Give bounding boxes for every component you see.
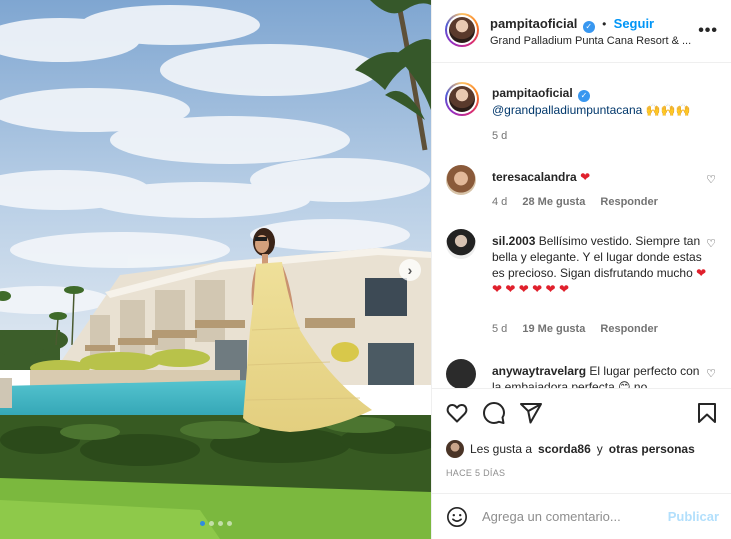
comment-icon[interactable] xyxy=(482,401,506,425)
reply-button[interactable]: Responder xyxy=(600,196,657,208)
commenter-avatar[interactable] xyxy=(446,359,476,388)
add-comment-bar: Agrega un comentario... Publicar xyxy=(432,493,731,539)
post-header: pampitaoficial ✓ • Seguir Grand Palladiu… xyxy=(432,0,731,63)
carousel-dot xyxy=(217,521,223,526)
author-username[interactable]: pampitaoficial xyxy=(490,16,577,31)
separator-dot: • xyxy=(602,17,607,31)
publish-button[interactable]: Publicar xyxy=(668,509,719,524)
liker-avatar xyxy=(446,440,464,458)
post-sidebar: pampitaoficial ✓ • Seguir Grand Palladiu… xyxy=(431,0,731,539)
comment-item: sil.2003 Bellísimo vestido. Siempre tan … xyxy=(446,229,726,339)
photo-scene xyxy=(0,0,431,539)
post-time-ago[interactable]: HACE 5 DÍAS xyxy=(446,468,505,478)
comment-like-heart-icon[interactable]: ♡ xyxy=(706,367,716,380)
post-location[interactable]: Grand Palladium Punta Cana Resort & ... xyxy=(490,35,691,47)
follow-button[interactable]: Seguir xyxy=(614,16,654,31)
likes-middle: y xyxy=(596,442,603,456)
carousel-dots xyxy=(0,521,431,526)
reply-button[interactable]: Responder xyxy=(600,323,657,335)
caption-emojis: 🙌🙌🙌 xyxy=(645,103,691,117)
likes-summary[interactable]: Les gusta a scorda86 y otras personas xyxy=(446,440,695,458)
comment-item: teresacalandra ❤ ♡ 4 d 28 Me gusta Respo… xyxy=(446,165,726,215)
commenter-avatar[interactable] xyxy=(446,229,476,259)
comment-likes[interactable]: 19 Me gusta xyxy=(522,323,585,335)
caption-username[interactable]: pampitaoficial xyxy=(492,86,573,100)
comment-item: anywaytravelarg El lugar perfecto con la… xyxy=(446,359,726,388)
bookmark-icon[interactable] xyxy=(695,401,719,425)
comment-username[interactable]: teresacalandra xyxy=(492,170,577,184)
comment-username[interactable]: sil.2003 xyxy=(492,234,535,248)
more-options-icon[interactable]: ••• xyxy=(698,22,718,40)
caption-time[interactable]: 5 d xyxy=(492,130,507,142)
comment-time[interactable]: 5 d xyxy=(492,323,507,335)
verified-badge-icon: ✓ xyxy=(578,90,591,102)
comments-list[interactable]: pampitaoficial ✓ @grandpalladiumpuntacan… xyxy=(432,64,731,388)
chevron-right-icon: › xyxy=(407,262,413,278)
post-photo[interactable]: › xyxy=(0,0,431,539)
send-icon[interactable] xyxy=(519,401,543,425)
carousel-dot xyxy=(208,521,214,526)
comment-text: ❤ xyxy=(580,170,591,184)
post-actions: Les gusta a scorda86 y otras personas HA… xyxy=(432,388,731,493)
likes-user[interactable]: scorda86 xyxy=(538,442,591,456)
caption-mention[interactable]: @grandpalladiumpuntacana xyxy=(492,103,642,117)
likes-prefix: Les gusta a xyxy=(470,442,533,456)
author-avatar[interactable] xyxy=(445,13,479,47)
likes-others[interactable]: otras personas xyxy=(609,442,695,456)
heart-icon[interactable] xyxy=(445,401,469,425)
carousel-dot xyxy=(226,521,232,526)
caption-avatar[interactable] xyxy=(445,82,479,116)
comment-like-heart-icon[interactable]: ♡ xyxy=(706,173,716,186)
comment-likes[interactable]: 28 Me gusta xyxy=(522,196,585,208)
caption: pampitaoficial ✓ @grandpalladiumpuntacan… xyxy=(445,82,726,162)
comment-like-heart-icon[interactable]: ♡ xyxy=(706,237,716,250)
emoji-icon[interactable] xyxy=(446,506,468,528)
carousel-dot xyxy=(199,521,205,526)
next-slide-button[interactable]: › xyxy=(399,259,421,281)
commenter-avatar[interactable] xyxy=(446,165,476,195)
verified-badge-icon: ✓ xyxy=(582,21,595,33)
comment-username[interactable]: anywaytravelarg xyxy=(492,364,586,378)
comment-time[interactable]: 4 d xyxy=(492,196,507,208)
comment-input[interactable]: Agrega un comentario... xyxy=(482,509,621,524)
